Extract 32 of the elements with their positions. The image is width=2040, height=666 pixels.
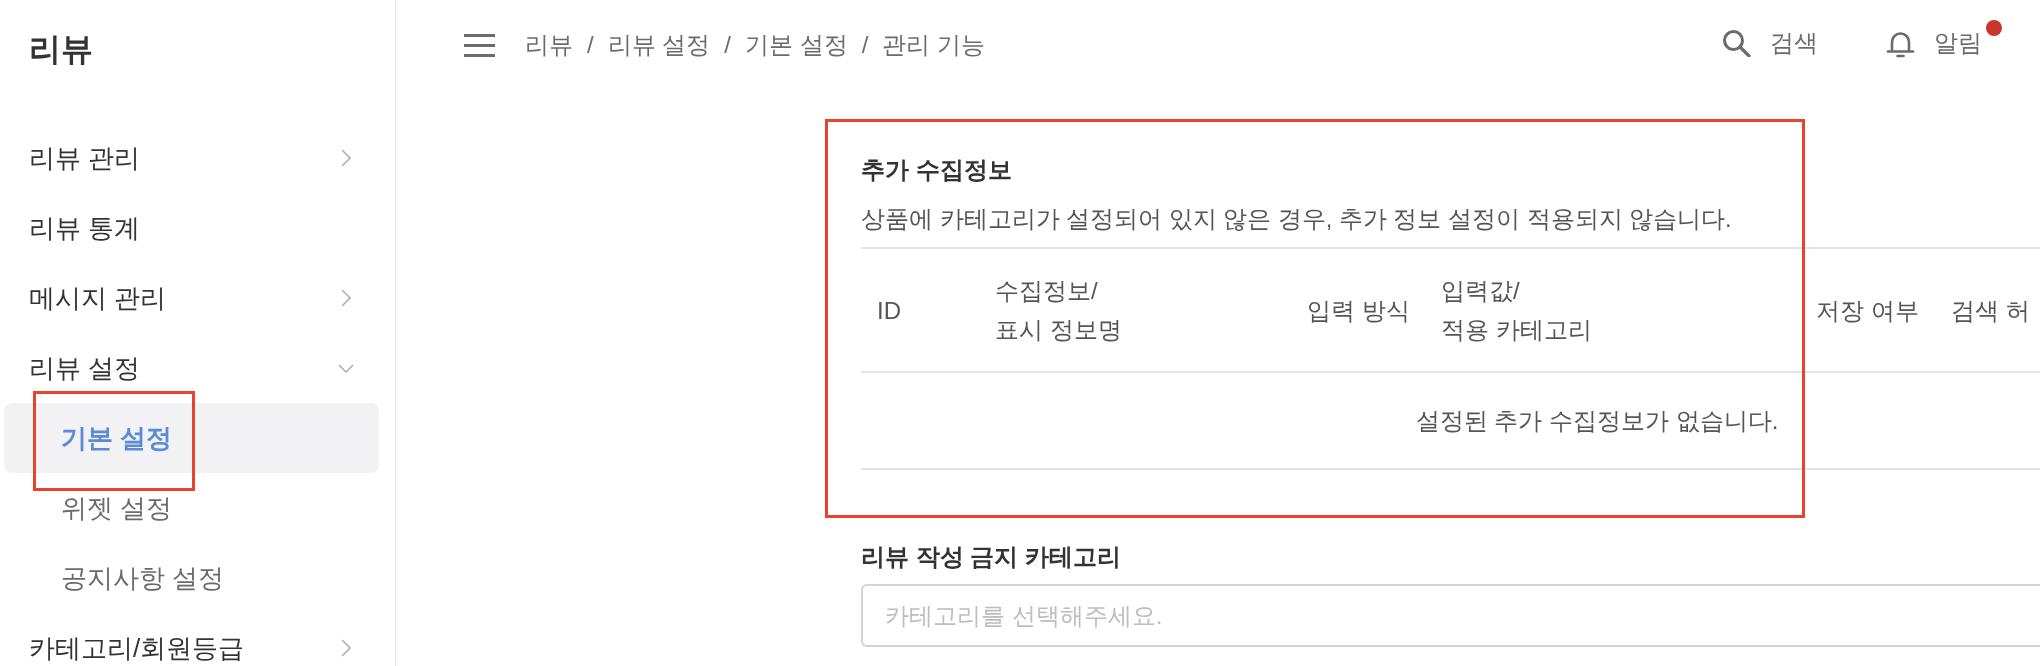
submenu-item[interactable]: 공지사항 설정	[4, 543, 379, 613]
category-select-field[interactable]: 카테고리를 선택해주세요.	[861, 584, 2040, 647]
menu-item[interactable]: 리뷰 관리	[0, 123, 395, 193]
column-header: 저장 여부	[1816, 295, 1919, 326]
empty-message: 설정된 추가 수집정보가 없습니다.	[1415, 405, 1779, 436]
menu-item[interactable]: 카테고리/회원등급	[0, 613, 395, 666]
column-header: 검색 허	[1951, 295, 2030, 326]
menu-icon	[464, 33, 495, 57]
section-description: 상품에 카테고리가 설정되어 있지 않은 경우, 추가 정보 설정이 적용되지 않습니다.	[861, 205, 1732, 234]
breadcrumb-separator: /	[861, 31, 869, 59]
search-icon	[1722, 29, 1751, 57]
breadcrumb-separator: /	[724, 31, 731, 59]
column-header: 입력값/ 적용 카테고리	[1441, 276, 1592, 345]
menu-item[interactable]: 리뷰 설정	[0, 333, 395, 403]
breadcrumb-item[interactable]: 리뷰	[525, 29, 573, 61]
section-title: 추가 수집정보	[861, 155, 1012, 185]
submenu-item[interactable]: 기본 설정	[4, 403, 379, 473]
column-header: ID	[877, 295, 901, 326]
menu-item[interactable]: 리뷰 통계	[0, 193, 395, 263]
breadcrumb-item[interactable]: 기본 설정	[745, 29, 848, 61]
column-header: 수집정보/ 표시 정보명	[995, 276, 1122, 345]
menu-button[interactable]	[464, 33, 495, 57]
notifications-button[interactable]: 알림	[1886, 20, 2002, 66]
breadcrumb-item[interactable]: 리뷰 설정	[607, 29, 711, 61]
menu-item[interactable]: 메시지 관리	[0, 263, 395, 333]
submenu-item[interactable]: 위젯 설정	[4, 473, 379, 543]
section-title: 리뷰 작성 금지 카테고리	[861, 542, 1121, 572]
breadcrumb-separator: /	[587, 31, 594, 59]
sidebar-title: 리뷰	[29, 30, 93, 69]
breadcrumb-item: 관리 기능	[882, 30, 986, 60]
search-button[interactable]: 검색	[1722, 20, 1818, 66]
column-header: 입력 방식	[1307, 295, 1410, 326]
